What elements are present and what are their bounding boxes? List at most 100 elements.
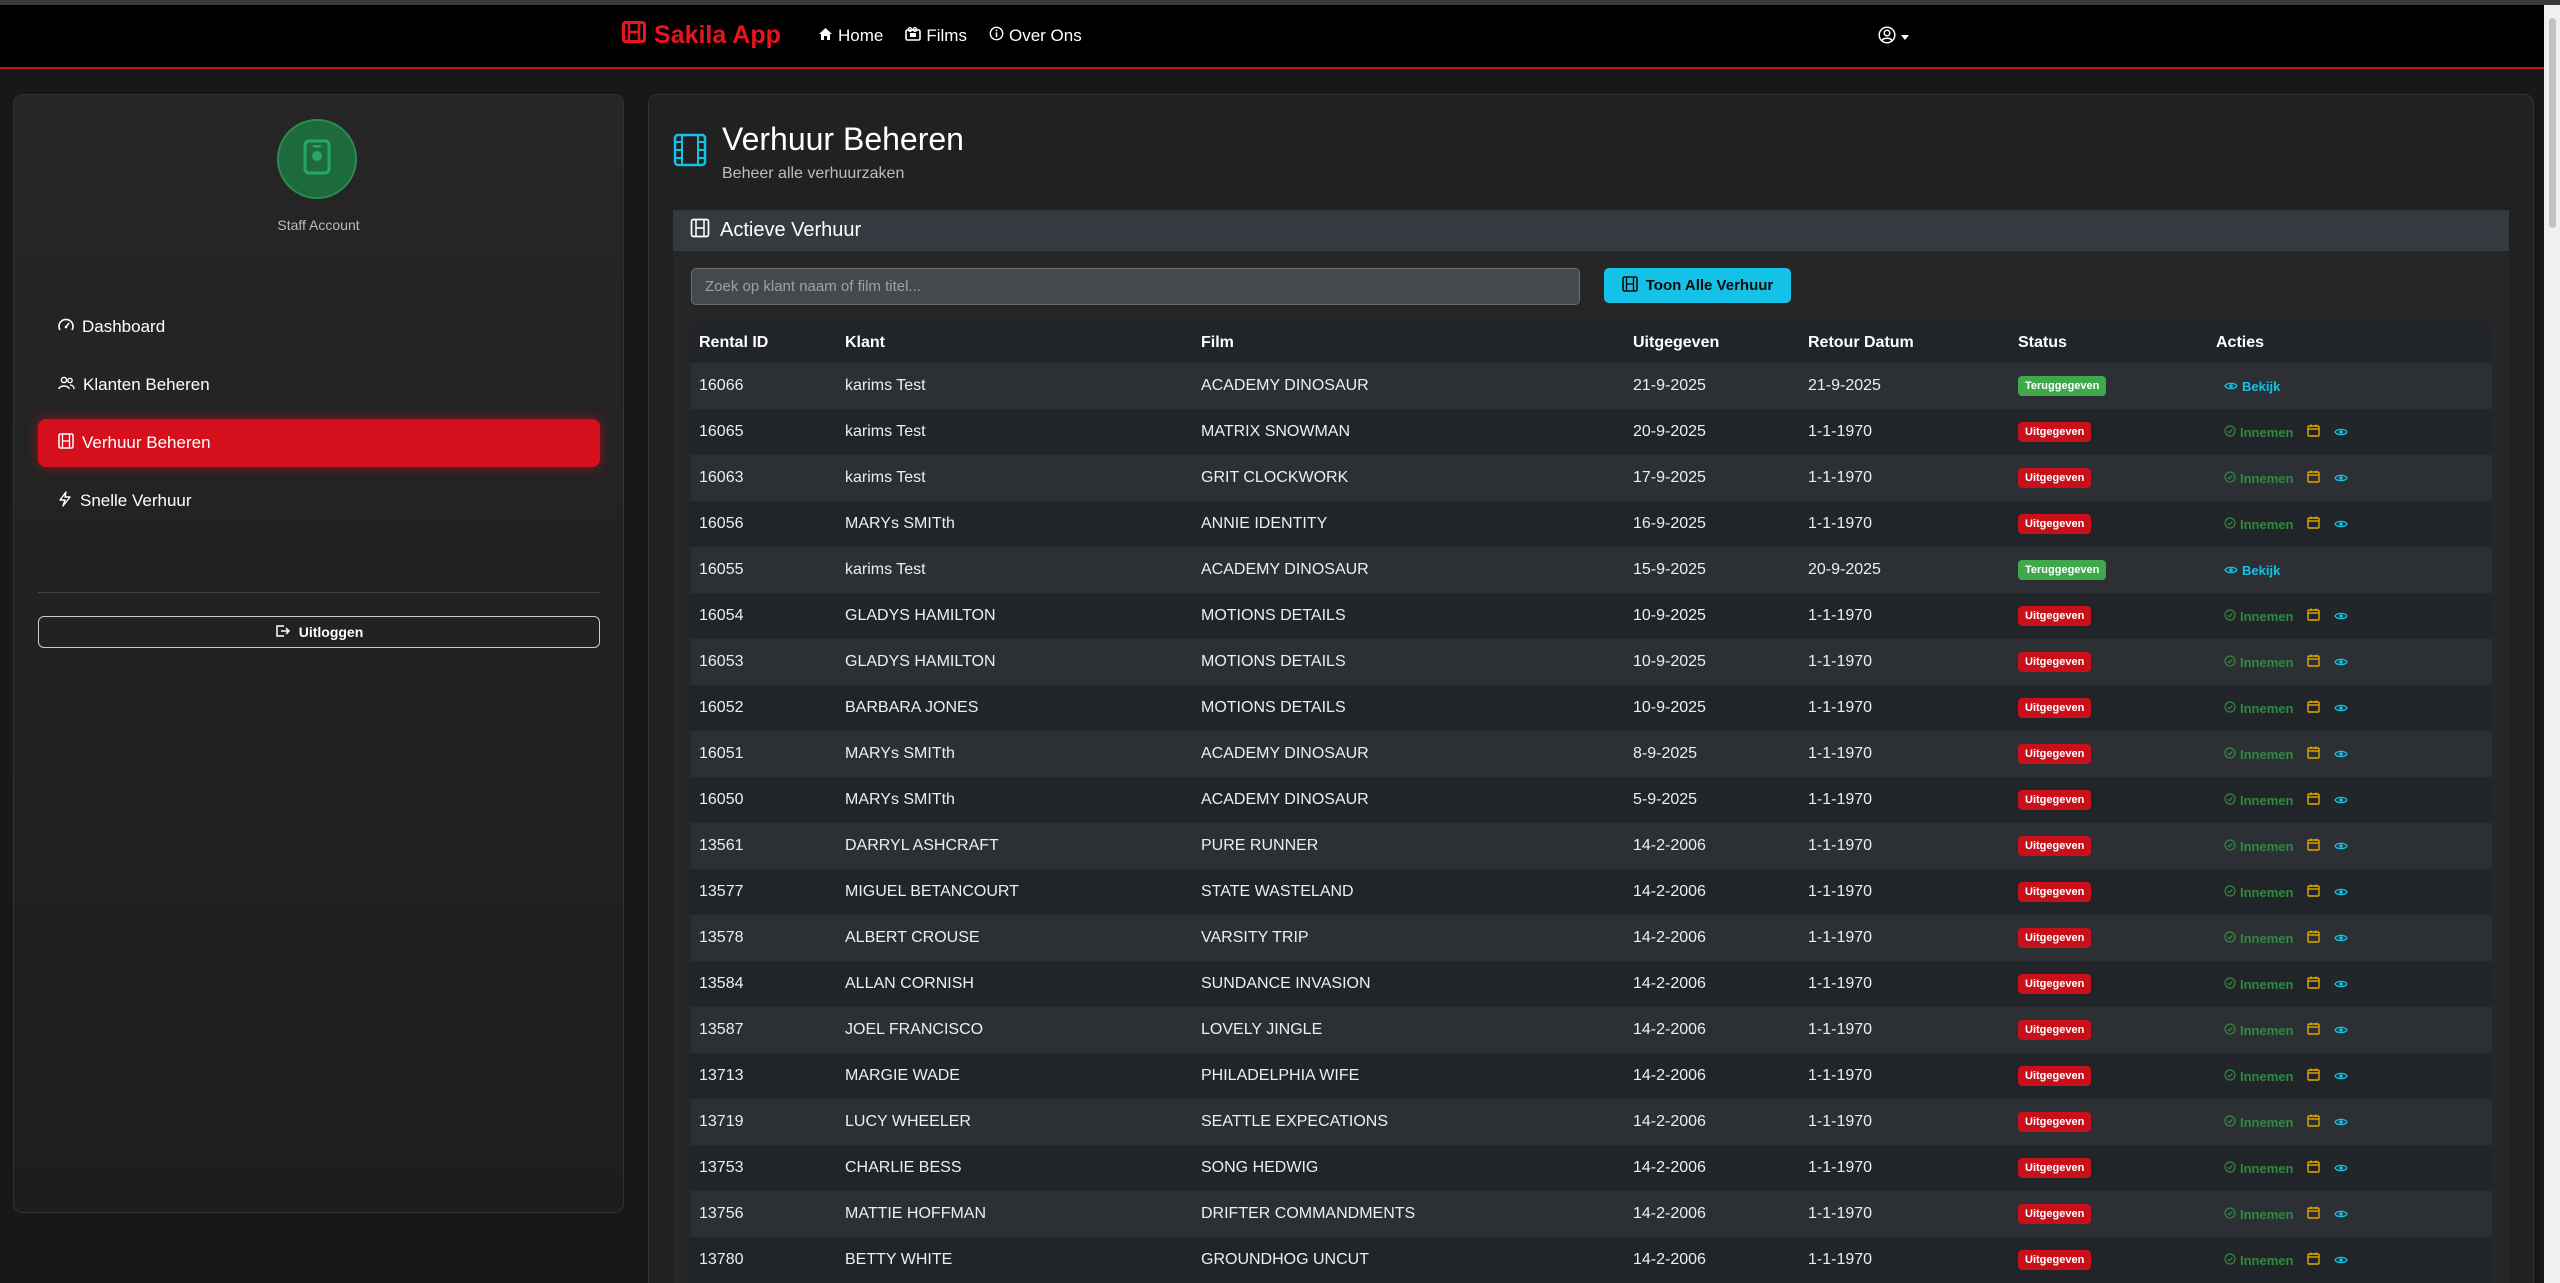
return-button[interactable]: Innemen — [2224, 1069, 2293, 1084]
calendar-button[interactable] — [2307, 424, 2321, 440]
return-button[interactable]: Innemen — [2224, 701, 2293, 716]
logout-button[interactable]: Uitloggen — [38, 616, 600, 648]
return-button[interactable]: Innemen — [2224, 1207, 2293, 1222]
view-button[interactable] — [2334, 701, 2349, 716]
calendar-button[interactable] — [2307, 608, 2321, 624]
status-badge: Uitgegeven — [2018, 1158, 2092, 1178]
id-badge-icon — [302, 139, 332, 180]
return-button[interactable]: Innemen — [2224, 747, 2293, 762]
sidebar-item-dashboard[interactable]: Dashboard — [38, 303, 600, 351]
calendar-button[interactable] — [2307, 470, 2321, 486]
return-button[interactable]: Innemen — [2224, 793, 2293, 808]
return-button[interactable]: Innemen — [2224, 977, 2293, 992]
calendar-button[interactable] — [2307, 1068, 2321, 1084]
view-button[interactable] — [2334, 425, 2349, 440]
view-button[interactable]: Bekijk — [2224, 563, 2280, 578]
cell-retour: 1-1-1970 — [1800, 501, 2010, 547]
return-button[interactable]: Innemen — [2224, 1161, 2293, 1176]
eye-icon — [2224, 563, 2242, 578]
cell-film: ACADEMY DINOSAUR — [1193, 731, 1625, 777]
column-header[interactable]: Uitgegeven — [1625, 323, 1800, 363]
calendar-button[interactable] — [2307, 700, 2321, 716]
sidebar-menu: Dashboard Klanten Beheren Verhuur Behere… — [38, 303, 600, 535]
view-button[interactable] — [2334, 977, 2349, 992]
view-button[interactable] — [2334, 839, 2349, 854]
calendar-button[interactable] — [2307, 792, 2321, 808]
return-button[interactable]: Innemen — [2224, 471, 2293, 486]
view-button[interactable] — [2334, 1023, 2349, 1038]
view-button[interactable] — [2334, 1115, 2349, 1130]
column-header[interactable]: Status — [2010, 323, 2208, 363]
calendar-button[interactable] — [2307, 1022, 2321, 1038]
cell-klant: MATTIE HOFFMAN — [837, 1191, 1193, 1237]
cell-actions: Bekijk — [2208, 363, 2492, 409]
cell-film: GRIT CLOCKWORK — [1193, 455, 1625, 501]
view-button[interactable] — [2334, 471, 2349, 486]
return-button[interactable]: Innemen — [2224, 425, 2293, 440]
cell-uitgegeven: 17-9-2025 — [1625, 455, 1800, 501]
show-all-button[interactable]: Toon Alle Verhuur — [1604, 268, 1791, 303]
cell-retour: 21-9-2025 — [1800, 363, 2010, 409]
cell-actions: Innemen — [2208, 869, 2492, 915]
return-button[interactable]: Innemen — [2224, 517, 2293, 532]
sidebar-item-snelle-verhuur[interactable]: Snelle Verhuur — [38, 477, 600, 525]
row-actions: Innemen — [2216, 792, 2492, 808]
return-button[interactable]: Innemen — [2224, 1023, 2293, 1038]
calendar-button[interactable] — [2307, 838, 2321, 854]
return-button[interactable]: Innemen — [2224, 655, 2293, 670]
return-button[interactable]: Innemen — [2224, 1253, 2293, 1268]
nav-over-ons[interactable]: Over Ons — [989, 26, 1082, 46]
calendar-icon — [2307, 470, 2321, 486]
column-header[interactable]: Rental ID — [691, 323, 837, 363]
calendar-button[interactable] — [2307, 930, 2321, 946]
column-header[interactable]: Retour Datum — [1800, 323, 2010, 363]
view-button[interactable] — [2334, 931, 2349, 946]
calendar-button[interactable] — [2307, 654, 2321, 670]
calendar-button[interactable] — [2307, 976, 2321, 992]
calendar-button[interactable] — [2307, 884, 2321, 900]
view-button[interactable] — [2334, 655, 2349, 670]
return-button[interactable]: Innemen — [2224, 931, 2293, 946]
return-button[interactable]: Innemen — [2224, 1115, 2293, 1130]
calendar-button[interactable] — [2307, 516, 2321, 532]
nav-home[interactable]: Home — [818, 26, 883, 46]
cell-uitgegeven: 5-9-2025 — [1625, 777, 1800, 823]
cell-film: ACADEMY DINOSAUR — [1193, 363, 1625, 409]
view-button[interactable] — [2334, 1253, 2349, 1268]
calendar-button[interactable] — [2307, 1252, 2321, 1268]
view-button[interactable] — [2334, 609, 2349, 624]
check-circle-icon — [2224, 700, 2240, 716]
cell-klant: MARYs SMITth — [837, 501, 1193, 547]
return-button[interactable]: Innemen — [2224, 609, 2293, 624]
return-label: Innemen — [2240, 976, 2294, 992]
cell-actions: Innemen — [2208, 1191, 2492, 1237]
column-header[interactable]: Klant — [837, 323, 1193, 363]
cell-film: ANNIE IDENTITY — [1193, 501, 1625, 547]
brand-logo[interactable]: Sakila App — [622, 21, 781, 50]
view-button[interactable] — [2334, 885, 2349, 900]
calendar-button[interactable] — [2307, 746, 2321, 762]
sidebar-item-klanten[interactable]: Klanten Beheren — [38, 361, 600, 409]
cell-rental-id: 16065 — [691, 409, 837, 455]
calendar-icon — [2307, 976, 2321, 992]
view-button[interactable] — [2334, 793, 2349, 808]
calendar-icon — [2307, 700, 2321, 716]
calendar-button[interactable] — [2307, 1206, 2321, 1222]
nav-films[interactable]: Films — [905, 26, 967, 46]
scrollbar-thumb[interactable] — [2549, 18, 2556, 228]
view-button[interactable] — [2334, 517, 2349, 532]
cell-actions: Innemen — [2208, 1237, 2492, 1283]
column-header[interactable]: Film — [1193, 323, 1625, 363]
calendar-button[interactable] — [2307, 1114, 2321, 1130]
sidebar-item-verhuur[interactable]: Verhuur Beheren — [38, 419, 600, 467]
view-button[interactable] — [2334, 747, 2349, 762]
return-button[interactable]: Innemen — [2224, 839, 2293, 854]
view-button[interactable]: Bekijk — [2224, 379, 2280, 394]
calendar-button[interactable] — [2307, 1160, 2321, 1176]
view-button[interactable] — [2334, 1069, 2349, 1084]
return-button[interactable]: Innemen — [2224, 885, 2293, 900]
search-input[interactable] — [691, 268, 1580, 305]
view-button[interactable] — [2334, 1161, 2349, 1176]
view-button[interactable] — [2334, 1207, 2349, 1222]
user-menu-toggle[interactable] — [1878, 26, 1909, 49]
